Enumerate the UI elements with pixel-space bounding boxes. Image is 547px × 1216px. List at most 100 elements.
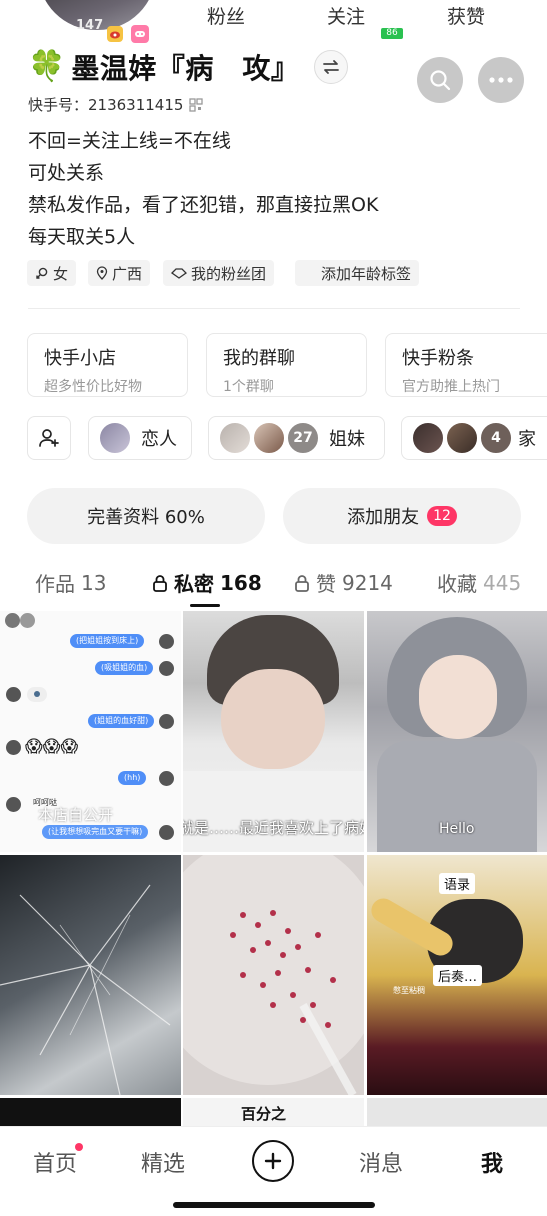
nav-home[interactable]: 首页: [33, 1146, 77, 1178]
video-caption: 后奏…: [433, 965, 483, 986]
kuaishou-id: 快手号：2136311415: [28, 96, 184, 114]
profile-name: 墨温婞『病 攻』: [71, 52, 300, 85]
chat-bubble: (姐姐的血好甜): [88, 714, 155, 728]
kuaishou-id-row[interactable]: 快手号：2136311415: [28, 94, 204, 115]
avatar: [219, 422, 251, 454]
tab-count: 168: [220, 570, 262, 595]
location-icon: [96, 266, 108, 280]
video-thumbnail-glass[interactable]: [0, 855, 181, 1095]
avatar: [446, 422, 478, 454]
add-friend-button[interactable]: 添加朋友 12: [283, 488, 521, 544]
tab-indicator: [190, 604, 220, 607]
qr-code-icon[interactable]: [189, 97, 204, 112]
clover-icon: 🍀: [28, 49, 66, 84]
avatar: [412, 422, 444, 454]
relation-label: 家: [518, 429, 536, 450]
nav-messages[interactable]: 消息: [359, 1146, 403, 1178]
more-button[interactable]: [478, 57, 524, 103]
video-thumbnail-chat[interactable]: (把姐姐按到床上) (吸姐姐的血) (姐姐的血好甜) 😱😱😱 (hh) 呵呵哒 …: [0, 611, 181, 852]
more-icon: [489, 77, 513, 83]
tab-count: 13: [81, 570, 107, 595]
video-caption: 就是……最近我喜欢上了病娇: [183, 819, 364, 837]
chat-input: (让我想想吸完血又要干嘛): [42, 825, 149, 839]
tab-favorites[interactable]: 收藏 445: [437, 568, 521, 597]
weibo-icon[interactable]: [107, 26, 123, 42]
relation-count: 4: [480, 422, 512, 454]
tag-label: 女: [53, 264, 69, 283]
emoji-reaction: 😱😱😱: [25, 737, 79, 757]
relation-lovers[interactable]: 恋人: [88, 416, 192, 460]
game-icon[interactable]: [131, 25, 149, 43]
tab-count: 9214: [342, 570, 393, 595]
video-thumbnail-manga[interactable]: [367, 1098, 547, 1126]
search-icon: [430, 70, 451, 91]
tab-label: 私密: [174, 572, 214, 596]
search-button[interactable]: [417, 57, 463, 103]
video-thumbnail-dish[interactable]: [183, 855, 364, 1095]
tag-label: 添加年龄标签: [321, 264, 412, 283]
relation-count: 27: [287, 422, 319, 454]
relation-sisters[interactable]: 27 姐妹: [208, 416, 385, 460]
tab-label: 作品: [35, 572, 75, 596]
tab-label: 赞: [316, 572, 336, 596]
video-caption: 憋至粘稠: [393, 986, 425, 995]
tab-works[interactable]: 作品 13: [35, 568, 106, 597]
add-friend-label: 添加朋友: [347, 507, 420, 528]
bio-line: 每天取关5人: [28, 226, 136, 248]
avatar: [99, 422, 131, 454]
notification-dot: [75, 1143, 83, 1151]
chat-bubble: (吸姐姐的血): [95, 661, 154, 675]
video-thumbnail-food[interactable]: 语录 后奏… 憋至粘稠: [367, 855, 547, 1095]
video-caption: 语录: [439, 873, 476, 894]
stat-followers[interactable]: 粉丝: [207, 2, 245, 29]
card-fan-boost[interactable]: 快手粉条 官方助推上热门: [385, 333, 547, 397]
video-thumbnail-portrait[interactable]: 就是……最近我喜欢上了病娇: [183, 611, 364, 852]
nav-featured[interactable]: 精选: [141, 1146, 185, 1178]
switch-account-button[interactable]: [314, 50, 348, 84]
name-row: 🍀 墨温婞『病 攻』: [28, 48, 299, 86]
tag-gender[interactable]: 女: [27, 260, 77, 286]
card-title: 快手小店: [44, 348, 116, 369]
video-caption: 百分之: [241, 1105, 287, 1123]
stat-following[interactable]: 关注: [327, 2, 365, 29]
stat-likes[interactable]: 获赞: [447, 2, 485, 29]
relation-label: 恋人: [141, 429, 177, 450]
lock-icon: [295, 574, 309, 592]
complete-profile-label: 完善资料 60%: [87, 507, 205, 528]
create-button[interactable]: [252, 1140, 294, 1182]
relation-label: 姐妹: [329, 429, 365, 450]
avatar-count: 147: [76, 18, 104, 33]
card-title: 快手粉条: [402, 348, 474, 369]
tab-label: 收藏: [437, 572, 477, 596]
overlay-text: 本店自公开: [38, 806, 114, 824]
bio-line: 不回=关注上线=不在线: [28, 130, 231, 152]
tab-private[interactable]: 私密 168: [152, 568, 262, 597]
tab-likes[interactable]: 赞 9214: [294, 568, 393, 597]
tag-label: 广西: [112, 264, 143, 283]
video-thumbnail-hoodie[interactable]: Hello: [367, 611, 547, 852]
tab-count: 445: [483, 570, 522, 595]
tag-label: 我的粉丝团: [191, 264, 267, 283]
card-kuaishou-shop[interactable]: 快手小店 超多性价比好物: [27, 333, 188, 397]
plus-icon: [264, 1152, 282, 1170]
tag-add-age[interactable]: 添加年龄标签: [295, 260, 420, 286]
fan-club-icon: [171, 268, 187, 279]
card-group-chat[interactable]: 我的群聊 1个群聊: [206, 333, 367, 397]
female-icon: [36, 267, 48, 279]
card-title: 我的群聊: [223, 348, 295, 369]
relation-family[interactable]: 4 家: [401, 416, 547, 460]
chat-bubble: (把姐姐按到床上): [70, 634, 145, 648]
add-relation-button[interactable]: [27, 416, 71, 460]
complete-profile-button[interactable]: 完善资料 60%: [27, 488, 265, 544]
tag-location[interactable]: 广西: [88, 260, 151, 286]
nav-me[interactable]: 我: [481, 1146, 503, 1178]
divider: [28, 308, 520, 309]
video-thumbnail-manga[interactable]: 百分之: [183, 1098, 364, 1126]
video-thumbnail[interactable]: [0, 1098, 181, 1126]
bio-line: 禁私发作品，看了还犯错，那直接拉黑OK: [28, 194, 379, 216]
video-caption: Hello: [439, 821, 475, 837]
swap-icon: [323, 60, 339, 74]
bio-line: 可处关系: [28, 162, 105, 184]
chat-bubble: (hh): [118, 771, 147, 785]
tag-fan-club[interactable]: 我的粉丝团: [163, 260, 275, 286]
